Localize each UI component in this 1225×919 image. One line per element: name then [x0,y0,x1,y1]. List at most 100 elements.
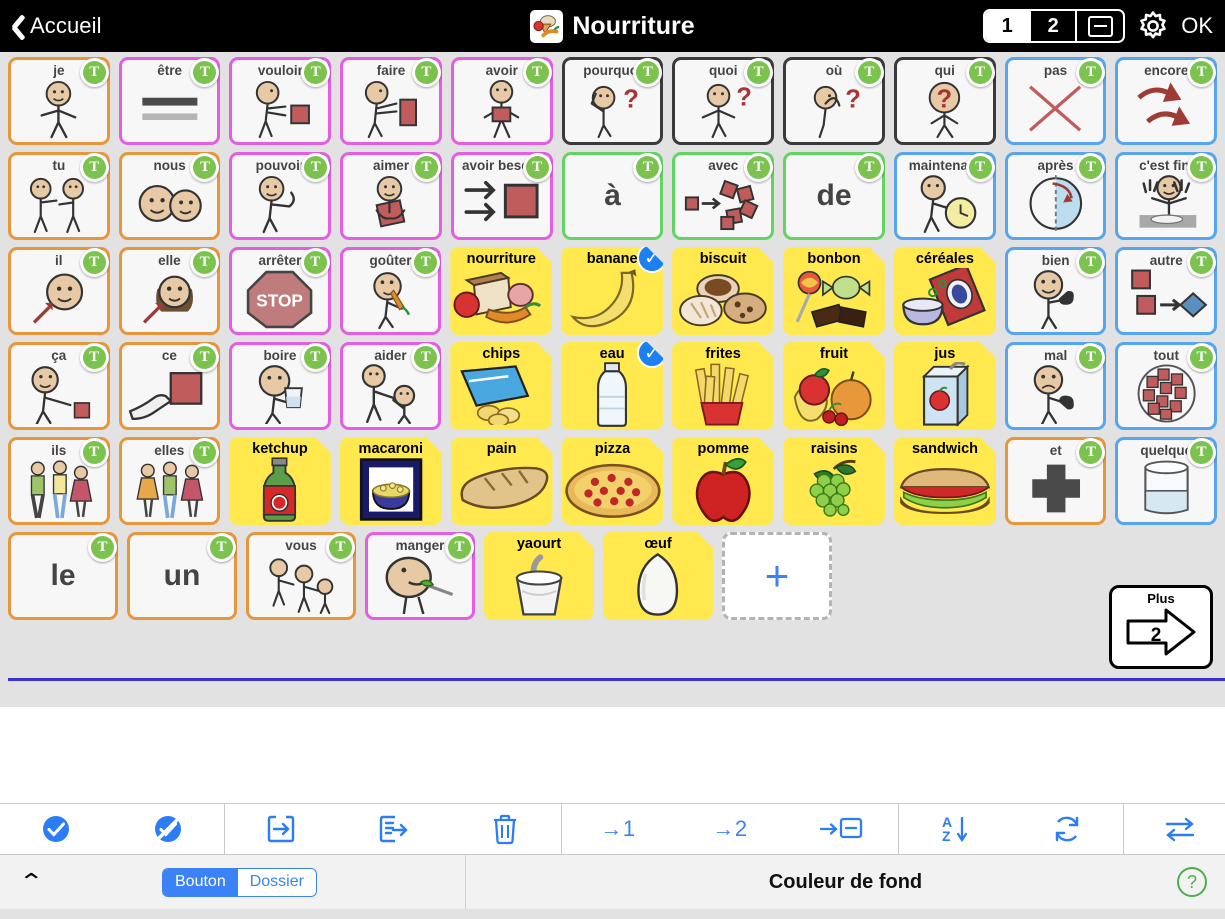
cell-eau[interactable]: eau ✓ [561,342,663,430]
cell-raisins[interactable]: raisins [783,437,885,525]
cell-tu[interactable]: tu T [8,152,110,240]
cell-quelque[interactable]: quelque T [1115,437,1217,525]
cell-a[interactable]: à T [561,152,664,240]
person-eating-fork-icon [370,553,470,614]
cell-label: jus [934,346,956,362]
cell-vouloir[interactable]: vouloir T [229,57,332,145]
cell-faire[interactable]: faire T [340,57,442,145]
page-segmented-control[interactable]: 1 2 [983,9,1126,43]
segment-page-1[interactable]: 1 [985,11,1032,41]
move-to-2-button[interactable]: →2 [674,816,786,842]
mode-bouton[interactable]: Bouton [163,868,238,896]
export-button[interactable] [337,813,449,845]
cell-pizza[interactable]: pizza [562,437,664,525]
deselect-all-button[interactable] [112,814,224,844]
cell-elle[interactable]: elle T [118,247,221,335]
cell-tout[interactable]: tout T [1115,342,1217,430]
cell-je[interactable]: je T [8,57,110,145]
sort-alpha-button[interactable]: AZ [899,813,1011,845]
segment-page-2[interactable]: 2 [1031,11,1078,41]
cell-avoir-besoin[interactable]: avoir besoin T [450,152,553,240]
cell-elles[interactable]: elles T [118,437,221,525]
cell-autre[interactable]: autre T [1115,247,1217,335]
cell-avoir[interactable]: avoir T [450,57,553,145]
text-badge: T [1187,58,1217,87]
cell-arreter[interactable]: arrêter STOP T [229,247,331,335]
many-squares-circle-icon [1120,363,1212,424]
cell-sandwich[interactable]: sandwich [894,437,996,525]
cell-avec[interactable]: avec T [672,152,775,240]
select-all-button[interactable] [0,814,112,844]
cell-le[interactable]: le T [8,532,118,620]
cell-frites[interactable]: frites [672,342,774,430]
cell-de[interactable]: de T [783,152,885,240]
cell-il[interactable]: il T [8,247,110,335]
cell-et[interactable]: et T [1004,437,1107,525]
cell-qui[interactable]: qui ? T [893,57,996,145]
delete-button[interactable] [449,813,561,845]
cell-ils[interactable]: ils T [8,437,110,525]
cell-pain[interactable]: pain [451,437,553,525]
svg-text:?: ? [845,86,861,114]
svg-text:?: ? [736,84,752,112]
move-to-1-button[interactable]: →1 [562,816,674,842]
refresh-button[interactable] [1011,814,1123,844]
mixed-fruit-icon [785,362,883,427]
person-thumbs-down-icon [1010,363,1102,424]
cell-apres[interactable]: après T [1004,152,1107,240]
mode-segmented-control[interactable]: Bouton Dossier [162,867,317,897]
ok-button[interactable]: OK [1181,13,1213,39]
cell-label: yaourt [516,536,562,552]
cell-aimer[interactable]: aimer T [340,152,442,240]
cell-bien[interactable]: bien T [1004,247,1107,335]
cell-oeuf[interactable]: œuf [603,532,713,620]
add-cell-button[interactable]: + [722,532,832,620]
cell-gouter[interactable]: goûter T [339,247,442,335]
cell-maintenant[interactable]: maintenant T [893,152,996,240]
move-to-tray-button[interactable] [786,815,898,843]
cell-vous[interactable]: vous T [246,532,356,620]
gear-icon[interactable] [1136,9,1170,43]
cell-biscuit[interactable]: biscuit [672,247,774,335]
cell-jus[interactable]: jus [894,342,996,430]
cell-etre[interactable]: être T [118,57,221,145]
cell-nourriture[interactable]: nourriture [450,247,552,335]
cell-pourquoi[interactable]: pourquoi ? T [561,57,664,145]
cell-boire[interactable]: boire T [229,342,331,430]
cell-pouvoir[interactable]: pouvoir T [229,152,332,240]
cell-chips[interactable]: chips [450,342,552,430]
tray-icon [1087,15,1113,37]
cell-macaroni[interactable]: macaroni [340,437,442,525]
cell-manger[interactable]: manger T [365,532,475,620]
chevron-up-icon[interactable]: ⌃ [18,869,44,895]
cell-ketchup[interactable]: ketchup [229,437,331,525]
question-circle-icon[interactable]: ? [1177,867,1207,897]
cell-encore[interactable]: encore T [1115,57,1218,145]
cell-cest-fini[interactable]: c'est fini T [1115,152,1218,240]
person-question-head-icon: ? [899,78,991,139]
cell-ou[interactable]: où ? T [783,57,885,145]
cell-un[interactable]: un T [127,532,237,620]
svg-text:?: ? [623,86,639,114]
text-badge: T [854,153,884,182]
cell-nous[interactable]: nous T [118,152,221,240]
mode-dossier[interactable]: Dossier [238,869,316,896]
text-badge: T [854,58,884,87]
cell-pomme[interactable]: pomme [672,437,774,525]
cell-banane[interactable]: banane ✓ [561,247,663,335]
back-button[interactable]: Accueil [0,13,102,39]
import-button[interactable] [225,813,337,845]
cell-bonbon[interactable]: bonbon [783,247,885,335]
next-page-button[interactable]: Plus 2 [1109,585,1213,669]
swap-button[interactable] [1124,815,1225,843]
cell-fruit[interactable]: fruit [783,342,885,430]
cell-mal[interactable]: mal T [1004,342,1107,430]
cell-cereales[interactable]: céréales [894,247,996,335]
cell-quoi[interactable]: quoi ? T [672,57,775,145]
cell-ce[interactable]: ce T [118,342,221,430]
cell-aider[interactable]: aider T [339,342,442,430]
cell-ca[interactable]: ça T [8,342,110,430]
cell-pas[interactable]: pas T [1004,57,1107,145]
segment-tray[interactable] [1077,11,1123,41]
cell-yaourt[interactable]: yaourt [484,532,594,620]
